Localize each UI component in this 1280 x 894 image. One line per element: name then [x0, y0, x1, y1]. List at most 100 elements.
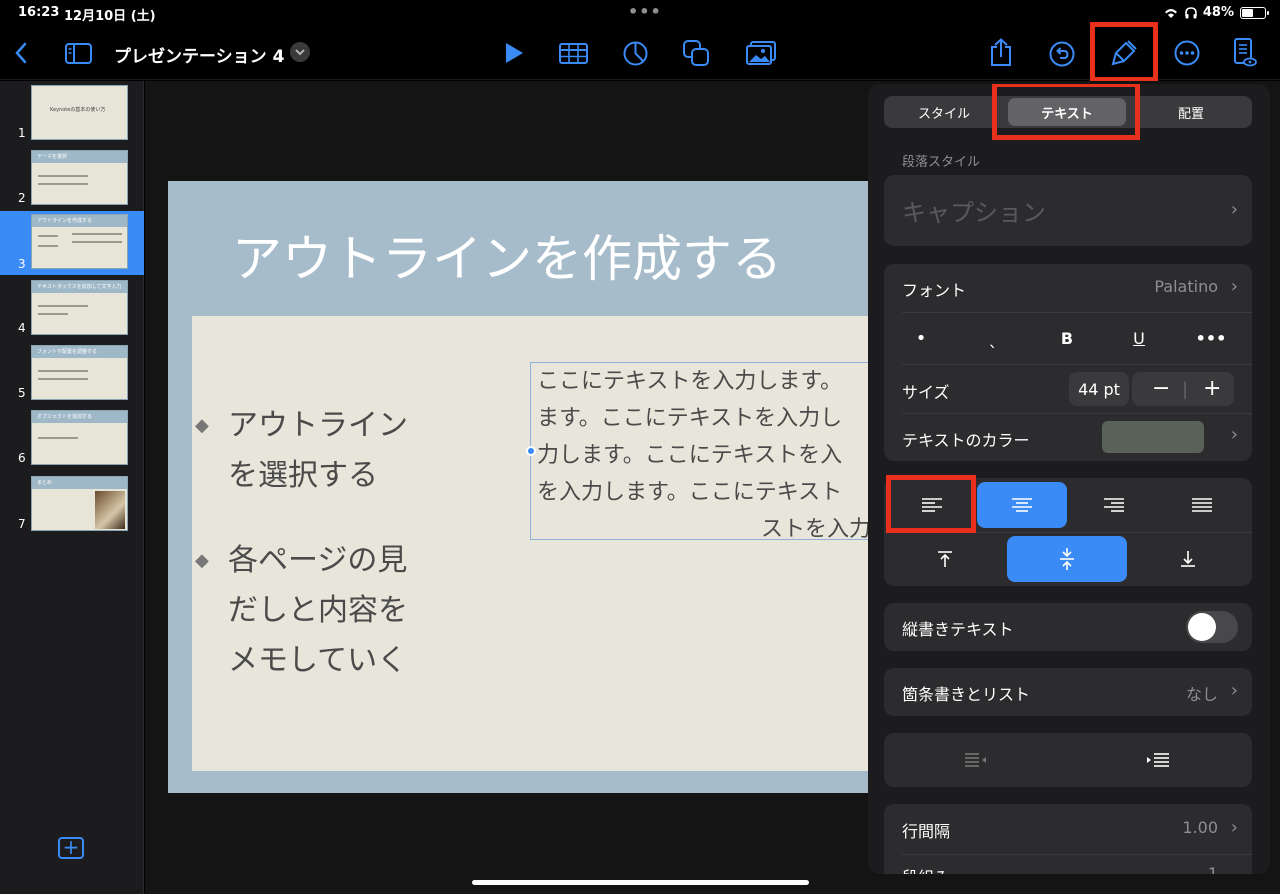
battery-icon	[1240, 6, 1269, 19]
align-top-button[interactable]	[914, 536, 976, 582]
slide-number: 3	[18, 257, 26, 271]
line-spacing-label: 行間隔	[902, 822, 951, 841]
increase-indent-icon[interactable]	[1136, 743, 1180, 777]
bullet-item[interactable]: ◆ アウトライン を選択する	[195, 401, 408, 501]
underline-button[interactable]: U	[1124, 328, 1154, 348]
status-right: 48%	[1163, 5, 1269, 20]
chart-icon[interactable]	[622, 40, 648, 66]
shape-icon[interactable]	[682, 39, 710, 67]
wifi-icon	[1164, 8, 1177, 18]
bullet-diamond-icon: ◆	[195, 550, 209, 571]
chevron-right-icon: ›	[1230, 276, 1238, 297]
sidebar-icon[interactable]	[64, 41, 92, 65]
font-value[interactable]: Palatino	[1154, 277, 1218, 296]
text-color-swatch[interactable]	[1102, 421, 1204, 453]
status-date: 12月10日 (土)	[64, 9, 156, 24]
slide-thumbnail-6[interactable]: 6 オブジェクトを追加する	[0, 407, 144, 469]
undo-icon[interactable]	[1048, 40, 1075, 67]
status-bar: 16:23 12月10日 (土) ••• 48%	[0, 0, 1280, 28]
presenter-notes-icon[interactable]	[1232, 37, 1258, 69]
slide-title[interactable]: アウトラインを作成する	[232, 219, 782, 291]
format-panel: スタイル テキスト 配置 段落スタイル キャプション › フォント Palati…	[868, 84, 1270, 874]
slide-thumbnail-3[interactable]: 3 アウトラインを作成する	[0, 211, 144, 275]
play-icon[interactable]	[502, 41, 526, 65]
bullets-row[interactable]: 箇条書きとリスト なし ›	[884, 668, 1252, 716]
size-stepper[interactable]: − | +	[1132, 372, 1234, 406]
bullet-line: メモしていく	[228, 643, 408, 678]
slide-number: 4	[18, 321, 26, 335]
thumbnail-title: テキストボックスを追加して文字入力	[37, 284, 122, 290]
bullet-line: だしと内容を	[228, 593, 408, 628]
bold-button[interactable]: B	[1052, 328, 1082, 348]
text-line: を入力します。ここにテキスト	[537, 480, 843, 505]
share-icon[interactable]	[988, 37, 1014, 67]
bullet-diamond-icon: ◆	[195, 415, 209, 436]
home-indicator[interactable]	[472, 880, 809, 885]
chevron-right-icon: ›	[1230, 817, 1238, 838]
slide-navigator: 1 Keynoteの基本の使い方 2 テーマを選択 3 アウトラインを作成する …	[0, 81, 144, 894]
slide-thumbnail-2[interactable]: 2 テーマを選択	[0, 147, 144, 209]
toolbar: プレゼンテーション 4	[0, 22, 1280, 82]
text-options-dot-icon[interactable]: •	[906, 328, 936, 349]
slide-number: 2	[18, 191, 26, 205]
decrease-indent-icon[interactable]	[954, 743, 998, 777]
slide-number: 7	[18, 517, 26, 531]
vertical-text-toggle[interactable]	[1186, 611, 1238, 643]
align-bottom-button[interactable]	[1157, 536, 1219, 582]
font-size-value[interactable]: 44 pt	[1069, 372, 1129, 406]
chevron-right-icon: ›	[1230, 680, 1238, 701]
align-center-button[interactable]	[977, 482, 1067, 528]
columns-value[interactable]: 1	[1208, 864, 1218, 874]
slide-thumbnail-5[interactable]: 5 フォントや配置を調整する	[0, 342, 144, 404]
text-line: ます。ここにテキストを入力し	[537, 406, 843, 431]
more-text-options-icon[interactable]: •••	[1196, 328, 1227, 348]
add-slide-button[interactable]: +	[58, 837, 84, 859]
battery-percent: 48%	[1202, 5, 1234, 20]
status-time: 16:23	[18, 5, 60, 20]
chevron-down-icon[interactable]	[290, 42, 310, 62]
spacing-card: 行間隔 1.00 › 段組み 1	[884, 804, 1252, 874]
text-color-label: テキストのカラー	[902, 431, 1030, 450]
align-left-highlight	[886, 475, 976, 533]
text-options-tick-icon[interactable]: ˎ	[978, 328, 1008, 349]
decrease-size-button[interactable]: −	[1152, 376, 1170, 401]
bullet-item[interactable]: ◆ 各ページの見 だしと内容を メモしていく	[195, 536, 408, 686]
text-line: ストを入力	[760, 517, 868, 540]
selection-handle[interactable]	[526, 446, 536, 456]
vertical-text-label: 縦書きテキスト	[902, 620, 1014, 639]
thumbnail-title: アウトラインを作成する	[37, 218, 93, 224]
tab-arrange[interactable]: 配置	[1130, 96, 1252, 128]
bullets-value: なし	[1185, 685, 1218, 704]
align-right-button[interactable]	[1074, 482, 1154, 528]
format-brush-icon[interactable]	[1110, 39, 1138, 67]
slide[interactable]: アウトラインを作成する ◆ アウトライン を選択する ◆ 各ページの見 だしと内…	[168, 181, 868, 793]
vertical-text-row: 縦書きテキスト	[884, 603, 1252, 651]
slide-thumbnail-7[interactable]: 7 まとめ	[0, 473, 144, 535]
text-line: 力します。ここにテキストを入	[537, 443, 843, 468]
slide-number: 5	[18, 386, 26, 400]
table-icon[interactable]	[558, 41, 588, 65]
slide-thumbnail-4[interactable]: 4 テキストボックスを追加して文字入力	[0, 277, 144, 339]
paragraph-style-row[interactable]: キャプション ›	[884, 175, 1252, 246]
thumbnail-title: テーマを選択	[37, 154, 68, 160]
bullets-label: 箇条書きとリスト	[902, 685, 1031, 704]
line-spacing-value[interactable]: 1.00	[1182, 818, 1218, 837]
back-icon[interactable]	[10, 40, 32, 66]
increase-size-button[interactable]: +	[1203, 376, 1221, 401]
more-icon[interactable]	[1174, 40, 1200, 66]
media-icon[interactable]	[746, 40, 776, 66]
tab-style[interactable]: スタイル	[884, 96, 1004, 128]
paragraph-style-label: 段落スタイル	[902, 155, 981, 170]
align-middle-button[interactable]	[1007, 536, 1127, 582]
bullet-line: 各ページの見	[228, 543, 408, 578]
selected-text-box[interactable]: ここにテキストを入力します。 ます。ここにテキストを入力し 力します。ここにテキ…	[530, 362, 868, 540]
justify-button[interactable]	[1162, 482, 1242, 528]
headphones-icon	[1185, 6, 1197, 18]
slide-number: 6	[18, 451, 26, 465]
multitasking-dots-icon[interactable]: •••	[628, 2, 662, 21]
indent-card	[884, 733, 1252, 787]
document-title[interactable]: プレゼンテーション 4	[114, 42, 284, 67]
bullet-line: を選択する	[228, 458, 378, 493]
thumbnail-title: Keynoteの基本の使い方	[50, 107, 106, 113]
slide-thumbnail-1[interactable]: 1 Keynoteの基本の使い方	[0, 82, 144, 144]
